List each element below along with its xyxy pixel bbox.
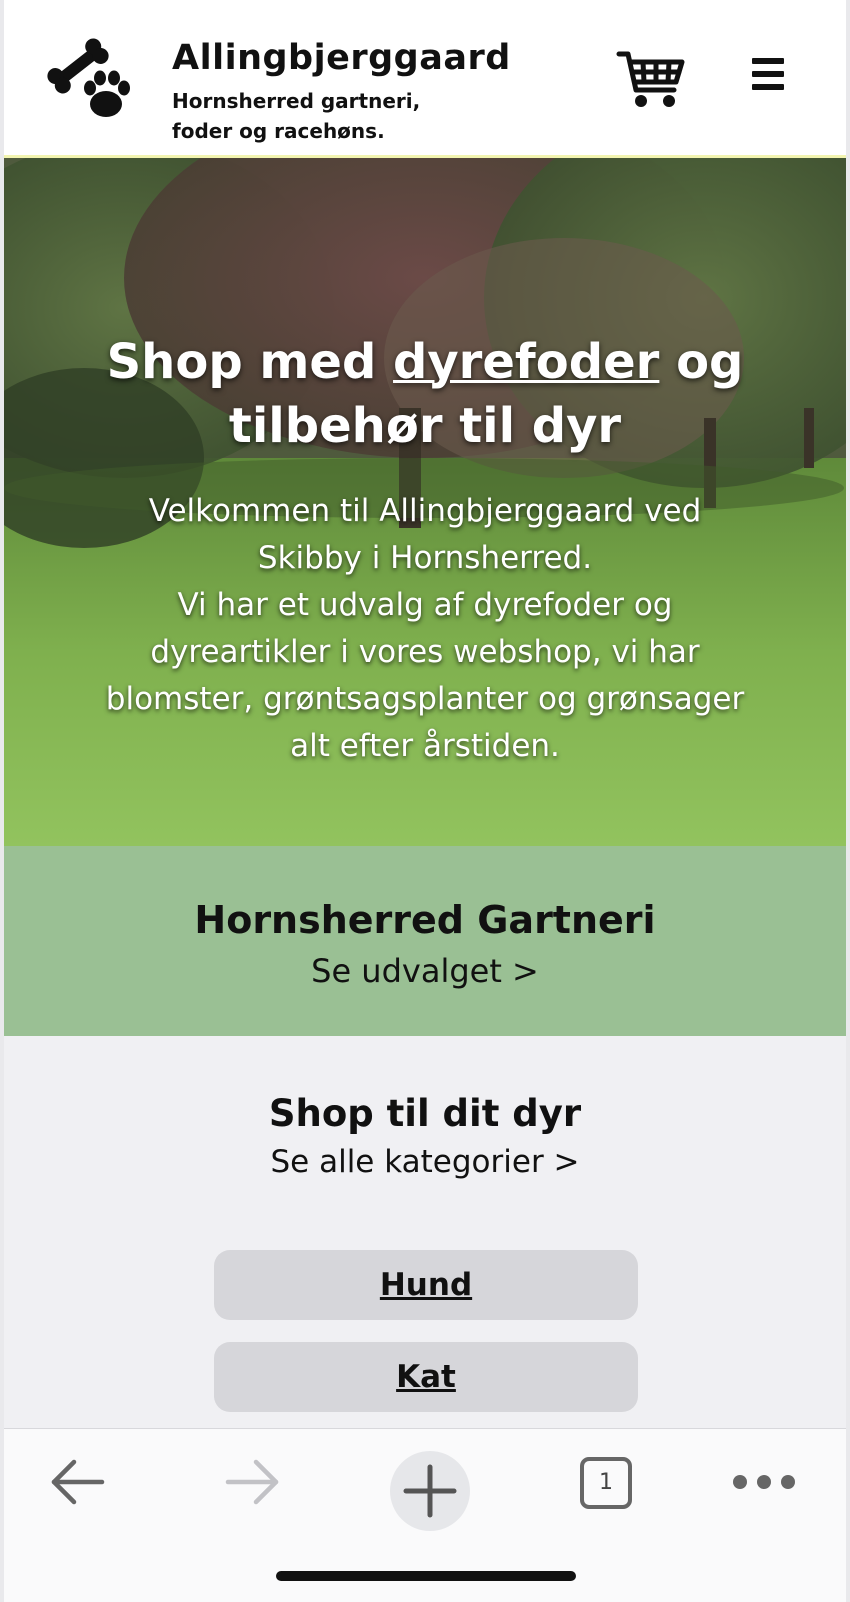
gartneri-section[interactable]: Hornsherred Gartneri Se udvalget > bbox=[4, 846, 846, 1036]
gartneri-title: Hornsherred Gartneri bbox=[194, 898, 656, 942]
hamburger-menu-icon[interactable] bbox=[752, 58, 792, 98]
hero-banner: Shop med dyrefoder og tilbehør til dyr V… bbox=[4, 158, 846, 846]
home-indicator bbox=[276, 1571, 576, 1581]
hero-text-line: dyreartikler i vores webshop, vi har bbox=[150, 634, 700, 670]
tabs-icon[interactable]: 1 bbox=[580, 1457, 632, 1509]
category-button-hund[interactable]: Hund bbox=[214, 1250, 638, 1320]
hero-text-line: Skibby i Hornsherred. bbox=[257, 540, 593, 576]
hero-text-line: alt efter årstiden. bbox=[290, 728, 560, 764]
all-categories-link[interactable]: Se alle kategorier > bbox=[4, 1144, 846, 1180]
new-tab-plus-icon[interactable] bbox=[390, 1451, 470, 1531]
hero-title-line2: tilbehør til dyr bbox=[228, 398, 622, 454]
subtitle-line: Hornsherred gartneri, bbox=[172, 89, 421, 113]
hero-title: Shop med dyrefoder og tilbehør til dyr bbox=[4, 330, 846, 458]
gartneri-link[interactable]: Se udvalget > bbox=[4, 952, 846, 990]
dyrefoder-link[interactable]: dyrefoder bbox=[393, 334, 659, 390]
more-icon[interactable] bbox=[732, 1467, 796, 1497]
hero-text-line: Velkommen til Allingbjerggaard ved bbox=[148, 493, 702, 529]
shopping-cart-icon[interactable] bbox=[616, 48, 686, 110]
site-header: Allingbjerggaard Hornsherred gartneri, f… bbox=[4, 0, 846, 158]
browser-toolbar: 1 bbox=[4, 1428, 846, 1602]
shop-title: Shop til dit dyr bbox=[268, 1092, 582, 1135]
bone-paw-icon[interactable] bbox=[44, 36, 140, 126]
site-title[interactable]: Allingbjerggaard bbox=[172, 38, 511, 78]
hero-title-text: og bbox=[659, 334, 744, 390]
subtitle-line: foder og racehøns. bbox=[172, 119, 385, 143]
hero-title-text: Shop med bbox=[106, 334, 394, 390]
site-subtitle: Hornsherred gartneri, foder og racehøns. bbox=[172, 86, 492, 146]
phone-screen: Allingbjerggaard Hornsherred gartneri, f… bbox=[4, 0, 846, 1602]
forward-arrow-icon[interactable] bbox=[222, 1457, 282, 1507]
hero-text-line: Vi har et udvalg af dyrefoder og bbox=[177, 587, 673, 623]
hero-welcome-text: Velkommen til Allingbjerggaard ved Skibb… bbox=[44, 488, 806, 770]
shop-section: Shop til dit dyr Se alle kategorier > Hu… bbox=[4, 1036, 846, 1428]
hero-text-line: blomster, grøntsagsplanter og grønsager bbox=[105, 681, 745, 717]
back-arrow-icon[interactable] bbox=[48, 1457, 108, 1507]
category-button-kat[interactable]: Kat bbox=[214, 1342, 638, 1412]
